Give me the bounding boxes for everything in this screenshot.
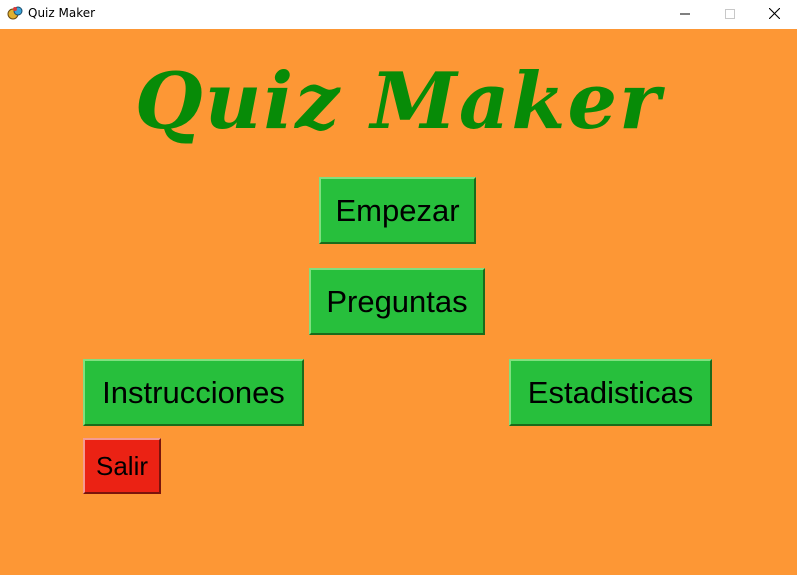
instrucciones-button[interactable]: Instrucciones <box>83 359 304 426</box>
app-title: Quiz Maker <box>134 56 663 147</box>
minimize-icon <box>679 13 690 14</box>
empezar-button[interactable]: Empezar <box>319 177 476 244</box>
maximize-icon <box>724 8 735 19</box>
preguntas-button[interactable]: Preguntas <box>309 268 485 335</box>
minimize-button[interactable] <box>662 0 707 27</box>
close-icon <box>769 8 780 19</box>
maximize-button[interactable] <box>707 0 752 27</box>
salir-button[interactable]: Salir <box>83 438 161 494</box>
window-title: Quiz Maker <box>28 6 96 20</box>
estadisticas-button[interactable]: Estadisticas <box>509 359 712 426</box>
close-button[interactable] <box>752 0 797 27</box>
main-window-area: Quiz Maker Empezar Preguntas Instruccion… <box>0 29 797 575</box>
window-titlebar[interactable]: Quiz Maker <box>0 0 797 27</box>
app-icon <box>7 5 23 21</box>
